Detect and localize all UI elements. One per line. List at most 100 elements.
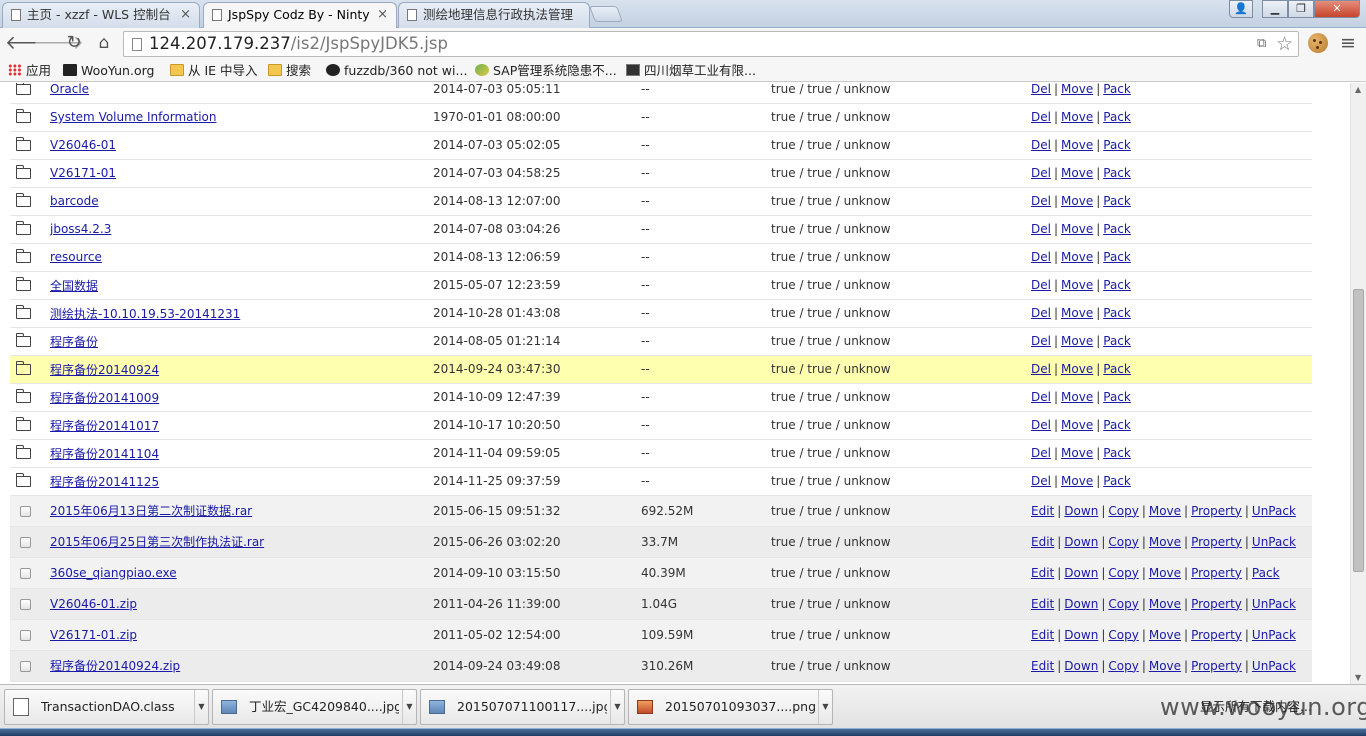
- directory-row[interactable]: 测绘执法-10.10.19.53-20141231 2014-10-28 01:4…: [10, 299, 1312, 328]
- scrollbar-thumb[interactable]: [1353, 289, 1364, 572]
- action-del-link[interactable]: Del: [1031, 334, 1051, 348]
- file-row[interactable]: V26171-01.zip 2011-05-02 12:54:00 109.59M t…: [10, 619, 1312, 651]
- bookmark-ie-import[interactable]: 从 IE 中导入: [170, 62, 258, 80]
- action-pack-link[interactable]: Pack: [1103, 166, 1131, 180]
- url-text[interactable]: 124.207.179.237/is2/JspSpyJDK5.jsp: [149, 32, 448, 56]
- directory-link[interactable]: 程序备份20140924: [50, 363, 159, 377]
- action-down-link[interactable]: Down: [1064, 659, 1098, 673]
- file-checkbox[interactable]: [20, 598, 31, 610]
- action-down-link[interactable]: Down: [1064, 597, 1098, 611]
- file-row[interactable]: 2015年06月25日第三次制作执法证.rar 2015-06-26 03:02:…: [10, 526, 1312, 558]
- download-item[interactable]: 201507071100117....jpg ▼: [420, 689, 625, 725]
- action-copy-link[interactable]: Copy: [1108, 504, 1138, 518]
- action-unpack-link[interactable]: UnPack: [1252, 504, 1296, 518]
- action-del-link[interactable]: Del: [1031, 110, 1051, 124]
- action-edit-link[interactable]: Edit: [1031, 659, 1054, 673]
- directory-link[interactable]: System Volume Information: [50, 110, 216, 124]
- action-move-link[interactable]: Move: [1061, 334, 1093, 348]
- directory-link[interactable]: barcode: [50, 194, 99, 208]
- file-row[interactable]: 程序备份20140924.zip 2014-09-24 03:49:08 310.2…: [10, 650, 1312, 682]
- back-arrow-icon[interactable]: 🡐: [5, 32, 56, 56]
- action-property-link[interactable]: Property: [1191, 628, 1242, 642]
- action-property-link[interactable]: Property: [1191, 504, 1242, 518]
- action-down-link[interactable]: Down: [1064, 628, 1098, 642]
- directory-row[interactable]: V26046-01 2014-07-03 05:02:05 -- true / tru…: [10, 131, 1312, 160]
- action-move-link[interactable]: Move: [1149, 597, 1181, 611]
- file-checkbox[interactable]: [20, 567, 31, 579]
- action-pack-link[interactable]: Pack: [1103, 362, 1131, 376]
- chevron-down-icon[interactable]: ▼: [818, 690, 832, 724]
- directory-row[interactable]: 全国数据 2015-05-07 12:23:59 -- true / true / u…: [10, 271, 1312, 300]
- file-link[interactable]: 2015年06月13日第二次制证数据.rar: [50, 504, 252, 518]
- new-tab-button[interactable]: [589, 6, 623, 22]
- action-move-link[interactable]: Move: [1061, 83, 1093, 96]
- translate-icon[interactable]: ⧉: [1257, 36, 1266, 51]
- action-pack-link[interactable]: Pack: [1103, 250, 1131, 264]
- action-copy-link[interactable]: Copy: [1108, 597, 1138, 611]
- bookmark-apps[interactable]: 应用: [8, 62, 51, 80]
- action-move-link[interactable]: Move: [1061, 418, 1093, 432]
- directory-link[interactable]: 全国数据: [50, 279, 98, 293]
- directory-link[interactable]: 程序备份20141009: [50, 391, 159, 405]
- directory-row[interactable]: 程序备份20141009 2014-10-09 12:47:39 -- true / …: [10, 383, 1312, 412]
- download-item[interactable]: 丁业宏_GC4209840....jpg ▼: [212, 689, 417, 725]
- bookmark-wooyun[interactable]: WooYun.org: [63, 62, 154, 80]
- bookmark-search[interactable]: 搜索: [268, 62, 311, 80]
- action-pack-link[interactable]: Pack: [1103, 334, 1131, 348]
- reload-icon[interactable]: ↻: [62, 32, 86, 56]
- tab-surveying-enforcement[interactable]: 测绘地理信息行政执法管理: [398, 2, 590, 28]
- action-down-link[interactable]: Down: [1064, 566, 1098, 580]
- action-edit-link[interactable]: Edit: [1031, 628, 1054, 642]
- directory-row[interactable]: 程序备份20141104 2014-11-04 09:59:05 -- true / …: [10, 439, 1312, 468]
- action-move-link[interactable]: Move: [1061, 474, 1093, 488]
- action-pack-link[interactable]: Pack: [1103, 83, 1131, 96]
- download-item[interactable]: TransactionDAO.class ▼: [4, 689, 209, 725]
- action-move-link[interactable]: Move: [1149, 504, 1181, 518]
- tab-jspspy[interactable]: JspSpy Codz By - Ninty ×: [203, 2, 397, 29]
- action-move-link[interactable]: Move: [1061, 166, 1093, 180]
- directory-row[interactable]: 程序备份20141125 2014-11-25 09:37:59 -- true / …: [10, 467, 1312, 496]
- file-row[interactable]: 360se_qiangpiao.exe 2014-09-10 03:15:50 40…: [10, 557, 1312, 589]
- action-move-link[interactable]: Move: [1061, 138, 1093, 152]
- close-tab-icon[interactable]: ×: [180, 3, 191, 27]
- bookmark-sichuan[interactable]: 四川烟草工业有限...: [626, 62, 756, 80]
- chevron-down-icon[interactable]: ▼: [194, 690, 208, 724]
- directory-row[interactable]: V26171-01 2014-07-03 04:58:25 -- true / tru…: [10, 159, 1312, 188]
- action-move-link[interactable]: Move: [1061, 446, 1093, 460]
- action-pack-link[interactable]: Pack: [1103, 110, 1131, 124]
- action-del-link[interactable]: Del: [1031, 446, 1051, 460]
- directory-row[interactable]: 程序备份20140924 2014-09-24 03:47:30 -- true / …: [10, 355, 1312, 384]
- action-edit-link[interactable]: Edit: [1031, 597, 1054, 611]
- file-link[interactable]: 程序备份20140924.zip: [50, 659, 180, 673]
- action-pack-link[interactable]: Pack: [1103, 446, 1131, 460]
- menu-icon[interactable]: ≡: [1340, 32, 1356, 54]
- bookmark-sap[interactable]: SAP管理系统隐患不...: [475, 62, 617, 80]
- action-move-link[interactable]: Move: [1061, 222, 1093, 236]
- directory-link[interactable]: Oracle: [50, 83, 89, 96]
- user-icon[interactable]: 👤: [1229, 0, 1253, 18]
- action-unpack-link[interactable]: UnPack: [1252, 628, 1296, 642]
- action-del-link[interactable]: Del: [1031, 194, 1051, 208]
- action-del-link[interactable]: Del: [1031, 250, 1051, 264]
- action-copy-link[interactable]: Copy: [1108, 628, 1138, 642]
- action-del-link[interactable]: Del: [1031, 390, 1051, 404]
- action-unpack-link[interactable]: UnPack: [1252, 535, 1296, 549]
- bookmark-fuzzdb[interactable]: fuzzdb/360 not wi...: [326, 62, 467, 80]
- action-move-link[interactable]: Move: [1149, 535, 1181, 549]
- action-pack-link[interactable]: Pack: [1103, 278, 1131, 292]
- file-link[interactable]: 2015年06月25日第三次制作执法证.rar: [50, 535, 264, 549]
- action-pack-link[interactable]: Pack: [1103, 390, 1131, 404]
- action-move-link[interactable]: Move: [1149, 659, 1181, 673]
- directory-link[interactable]: resource: [50, 250, 102, 264]
- scroll-up-arrow-icon[interactable]: ▲: [1355, 85, 1361, 94]
- directory-row[interactable]: Oracle 2014-07-03 05:05:11 -- true / true /…: [10, 83, 1312, 104]
- action-del-link[interactable]: Del: [1031, 166, 1051, 180]
- forward-arrow-icon[interactable]: 🡒: [33, 32, 84, 56]
- close-window-button[interactable]: ✕: [1314, 0, 1360, 18]
- action-copy-link[interactable]: Copy: [1108, 566, 1138, 580]
- action-unpack-link[interactable]: UnPack: [1252, 597, 1296, 611]
- directory-link[interactable]: 程序备份20141125: [50, 475, 159, 489]
- maximize-button[interactable]: ❐: [1288, 0, 1314, 18]
- action-move-link[interactable]: Move: [1061, 194, 1093, 208]
- directory-link[interactable]: V26171-01: [50, 166, 116, 180]
